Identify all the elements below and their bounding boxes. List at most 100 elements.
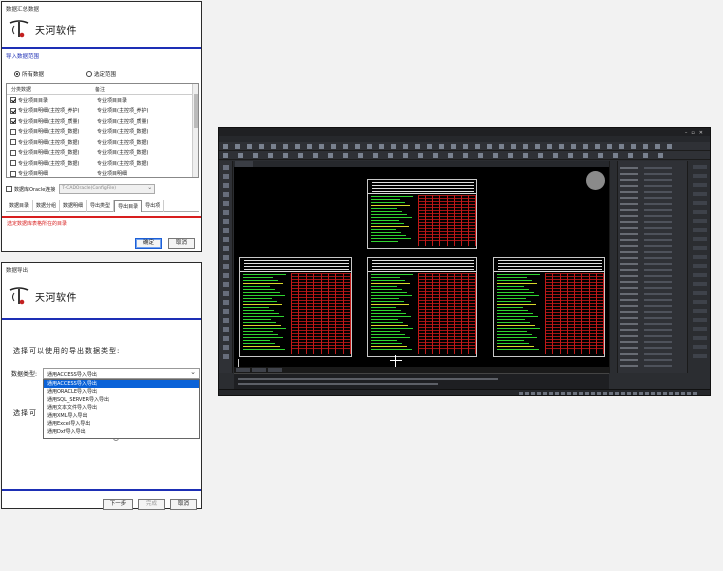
property-row[interactable] [620,257,684,260]
palette-button[interactable] [693,309,707,313]
table-row[interactable]: 专业项目明细(主控项_养护) 专业项目(主控项_养护) [7,106,198,117]
palette-button[interactable] [693,345,707,349]
toolbar-button-icon[interactable] [583,153,588,158]
property-row[interactable] [620,239,684,242]
table-row[interactable]: 专业项目明细(主控项_质量) 专业项目(主控项_质量) [7,116,198,127]
property-row[interactable] [620,311,684,314]
draw-tool-icon[interactable] [223,174,229,179]
toolbar-button-icon[interactable] [658,153,663,158]
palette-button[interactable] [693,264,707,268]
draw-tool-icon[interactable] [223,165,229,170]
status-toggle-icon[interactable] [675,392,679,395]
property-row[interactable] [620,227,684,230]
toolbar-button-icon[interactable] [313,153,318,158]
toolbar-button-icon[interactable] [433,153,438,158]
toolbar-button-icon[interactable] [247,144,252,149]
property-row[interactable] [620,191,684,194]
status-toggle-icon[interactable] [615,392,619,395]
toolbar-button-icon[interactable] [547,144,552,149]
property-row[interactable] [620,251,684,254]
toolbar-button-icon[interactable] [463,144,468,149]
status-toggle-icon[interactable] [519,392,523,395]
toolbar-button-icon[interactable] [319,144,324,149]
toolbar-button-icon[interactable] [283,153,288,158]
property-row[interactable] [620,323,684,326]
toolbar-button-icon[interactable] [487,144,492,149]
status-toggle-icon[interactable] [669,392,673,395]
toolbar-button-icon[interactable] [295,144,300,149]
draw-tool-icon[interactable] [223,273,229,278]
property-row[interactable] [620,263,684,266]
toolbar-button-icon[interactable] [595,144,600,149]
property-row[interactable] [620,221,684,224]
toolbar-button-icon[interactable] [307,144,312,149]
status-toggle-icon[interactable] [645,392,649,395]
palette-button[interactable] [693,192,707,196]
toolbar-button-icon[interactable] [523,153,528,158]
palette-button[interactable] [693,174,707,178]
draw-tool-icon[interactable] [223,282,229,287]
toolbar-button-icon[interactable] [403,144,408,149]
property-row[interactable] [620,275,684,278]
status-toggle-icon[interactable] [549,392,553,395]
draw-tool-icon[interactable] [223,264,229,269]
toolbar-button-icon[interactable] [379,144,384,149]
tab-2[interactable]: 数据明细 [60,200,88,212]
palette-button[interactable] [693,165,707,169]
property-row[interactable] [620,293,684,296]
status-toggle-icon[interactable] [627,392,631,395]
status-toggle-icon[interactable] [531,392,535,395]
toolbar-button-icon[interactable] [331,144,336,149]
property-row[interactable] [620,299,684,302]
palette-button[interactable] [693,282,707,286]
toolbar-button-icon[interactable] [478,153,483,158]
draw-tool-icon[interactable] [223,237,229,242]
property-row[interactable] [620,281,684,284]
draw-tool-icon[interactable] [223,255,229,260]
status-toggle-icon[interactable] [651,392,655,395]
property-row[interactable] [620,173,684,176]
property-row[interactable] [620,359,684,362]
status-toggle-icon[interactable] [555,392,559,395]
toolbar-button-icon[interactable] [571,144,576,149]
palette-button[interactable] [693,318,707,322]
draw-tool-icon[interactable] [223,183,229,188]
toolbar-button-icon[interactable] [343,153,348,158]
toolbar-button-icon[interactable] [223,144,228,149]
status-toggle-icon[interactable] [591,392,595,395]
toolbar-button-icon[interactable] [598,153,603,158]
status-toggle-icon[interactable] [561,392,565,395]
table-row[interactable]: 专业项目明细(主控项_数据) 专业项目(主控项_数据) [7,137,198,148]
palette-button[interactable] [693,183,707,187]
toolbar-button-icon[interactable] [583,144,588,149]
toolbar-button-icon[interactable] [451,144,456,149]
row-checkbox[interactable] [10,107,16,114]
row-checkbox[interactable] [10,139,16,146]
status-toggle-icon[interactable] [663,392,667,395]
scrollbar-thumb[interactable] [194,94,198,128]
toolbar-button-icon[interactable] [391,144,396,149]
table-row[interactable]: 专业项目明细(主控项_数据) 专业项目(主控项_数据) [7,148,198,159]
toolbar-button-icon[interactable] [631,144,636,149]
toolbar-button-icon[interactable] [271,144,276,149]
tab-0[interactable]: 数据目录 [6,200,34,212]
property-row[interactable] [620,179,684,182]
row-checkbox[interactable] [10,128,16,135]
palette-button[interactable] [693,228,707,232]
drawing-sheet[interactable] [239,257,352,357]
palette-button[interactable] [693,327,707,331]
toolbar-button-icon[interactable] [499,144,504,149]
property-row[interactable] [620,269,684,272]
dropdown-option[interactable]: 通用XML导入导出 [44,412,199,420]
status-toggle-icon[interactable] [639,392,643,395]
property-row[interactable] [620,341,684,344]
status-toggle-icon[interactable] [633,392,637,395]
toolbar-button-icon[interactable] [253,153,258,158]
property-row[interactable] [620,245,684,248]
property-row[interactable] [620,329,684,332]
status-toggle-icon[interactable] [585,392,589,395]
row-checkbox[interactable] [10,97,16,104]
property-row[interactable] [620,353,684,356]
draw-tool-icon[interactable] [223,318,229,323]
toolbar-button-icon[interactable] [373,153,378,158]
